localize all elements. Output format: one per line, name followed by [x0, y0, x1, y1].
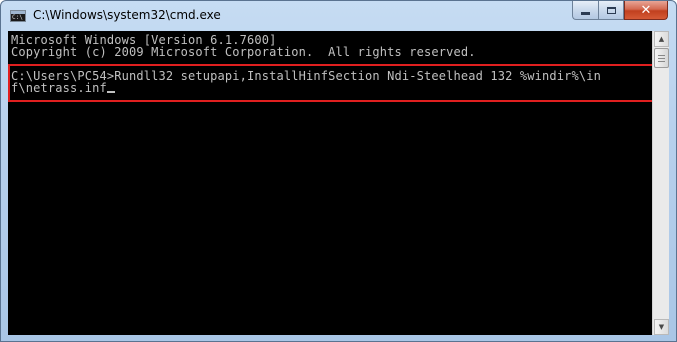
minimize-button[interactable] — [572, 1, 598, 20]
console-line-copyright: Copyright (c) 2009 Microsoft Corporation… — [11, 45, 476, 59]
close-icon: ✕ — [640, 2, 652, 18]
title-bar[interactable]: C:\ C:\Windows\system32\cmd.exe ✕ — [1, 1, 676, 31]
scroll-down-arrow-icon: ▼ — [658, 323, 665, 331]
vertical-scrollbar[interactable]: ▲ ▼ — [652, 31, 669, 335]
console-line-command-cont-text: f\netrass.inf — [11, 81, 107, 95]
cmd-window: C:\ C:\Windows\system32\cmd.exe ✕ Micros… — [0, 0, 677, 342]
console-client-area: Microsoft Windows [Version 6.1.7600] Cop… — [8, 31, 669, 335]
cmd-icon-glyph: C:\ — [12, 14, 23, 21]
text-cursor — [106, 91, 115, 93]
scroll-up-button[interactable]: ▲ — [654, 31, 669, 47]
scroll-down-button[interactable]: ▼ — [654, 319, 669, 335]
scroll-up-arrow-icon: ▲ — [658, 35, 665, 43]
close-button[interactable]: ✕ — [624, 1, 668, 20]
maximize-icon — [606, 6, 616, 14]
cmd-icon[interactable]: C:\ — [10, 10, 26, 22]
caption-buttons: ✕ — [572, 1, 668, 20]
maximize-button[interactable] — [598, 1, 624, 20]
scrollbar-thumb[interactable] — [654, 48, 669, 68]
minimize-icon — [581, 12, 590, 15]
window-title: C:\Windows\system32\cmd.exe — [33, 8, 221, 22]
grip-icon — [658, 55, 665, 62]
console-line-command-cont: f\netrass.inf — [11, 82, 115, 94]
console-output[interactable]: Microsoft Windows [Version 6.1.7600] Cop… — [8, 31, 651, 335]
